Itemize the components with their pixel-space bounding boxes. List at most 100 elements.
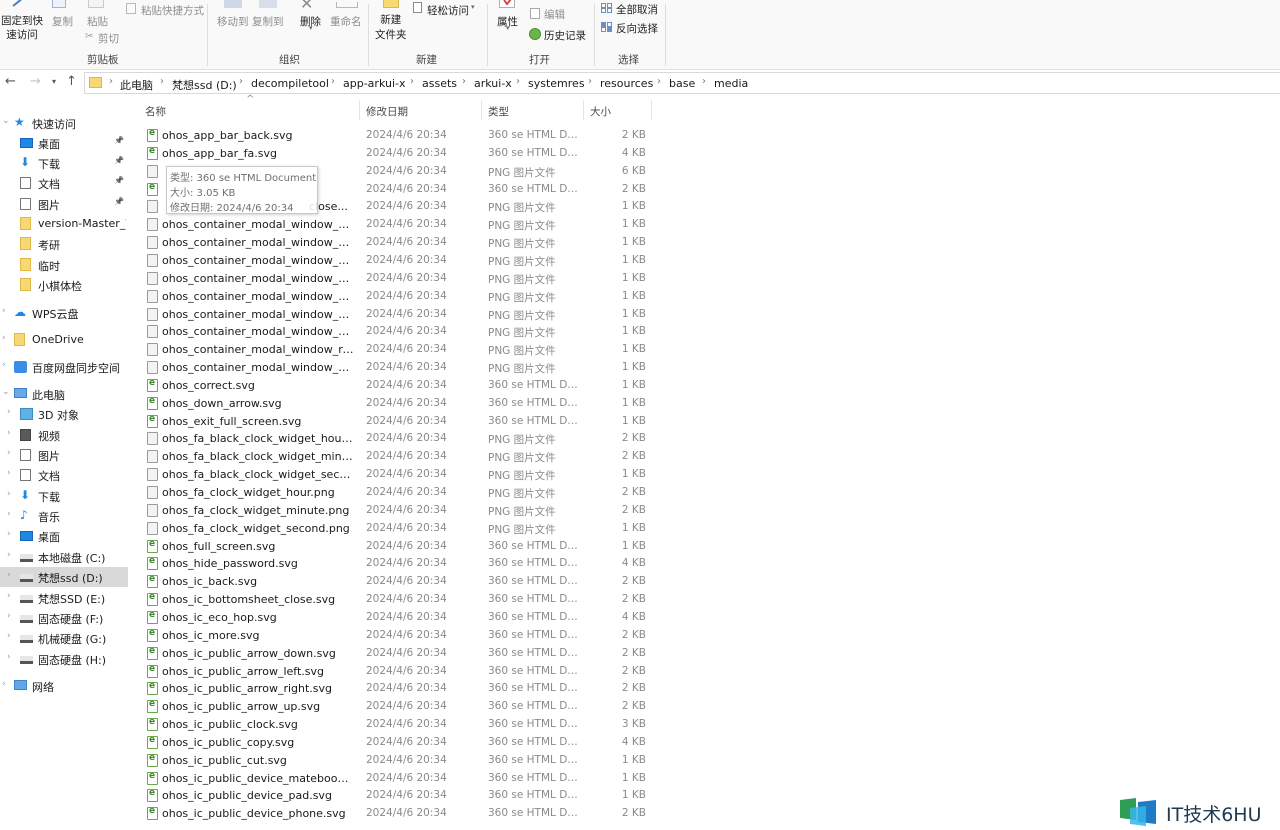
column-divider[interactable] <box>359 100 360 120</box>
table-row[interactable]: ohos_fa_clock_widget_second.png 2024/4/6 … <box>128 520 658 538</box>
table-row[interactable]: ohos_container_modal_window_defoc... 2024… <box>128 270 658 288</box>
table-row[interactable]: ohos_container_modal_window_defoc... 2024… <box>128 288 658 306</box>
sidebar-item[interactable]: › 机械硬盘 (G:) <box>0 628 128 648</box>
paste-shortcut-button[interactable]: 粘贴快捷方式 <box>141 3 204 18</box>
table-row[interactable]: ohos_container_modal_window_recov... 2024… <box>128 341 658 359</box>
sidebar-item[interactable]: › ⬇ 下载 <box>0 486 128 506</box>
table-row[interactable]: ohos_ic_public_copy.svg 2024/4/6 20:34 360… <box>128 734 658 752</box>
table-row[interactable]: ohos_app_bar_back.svg 2024/4/6 20:34 360 s… <box>128 127 658 145</box>
chevron-right-icon[interactable]: › <box>7 652 11 662</box>
chevron-right-icon[interactable]: › <box>7 509 11 519</box>
chevron-right-icon[interactable]: › <box>7 407 11 417</box>
table-row[interactable]: ohos_correct.svg 2024/4/6 20:34 360 se HTM… <box>128 377 658 395</box>
breadcrumb-item[interactable]: systemres <box>528 77 585 90</box>
column-header-date[interactable]: 修改日期 <box>366 104 408 119</box>
sidebar-item[interactable]: 图片 📌 <box>0 194 128 214</box>
chevron-right-icon[interactable]: › <box>516 76 520 87</box>
sidebar-item[interactable]: 小棋体检 <box>0 275 128 295</box>
chevron-right-icon[interactable]: › <box>462 76 466 87</box>
chevron-right-icon[interactable]: › <box>7 428 11 438</box>
back-arrow-icon[interactable]: ← <box>5 74 16 89</box>
table-row[interactable]: ohos_ic_back.svg 2024/4/6 20:34 360 se HTM… <box>128 573 658 591</box>
breadcrumb-item[interactable]: app-arkui-x <box>343 77 405 90</box>
chevron-right-icon[interactable]: › <box>2 306 6 316</box>
sidebar-item[interactable]: › 网络 <box>0 676 128 696</box>
sidebar-item[interactable]: › 固态硬盘 (H:) <box>0 649 128 669</box>
column-divider[interactable] <box>481 100 482 120</box>
column-header-size[interactable]: 大小 <box>590 104 611 119</box>
chevron-right-icon[interactable]: › <box>657 76 661 87</box>
table-row[interactable]: ohos_ic_public_arrow_down.svg 2024/4/6 20… <box>128 645 658 663</box>
breadcrumb-item[interactable]: 此电脑 <box>120 77 153 93</box>
sidebar-item[interactable]: 临时 <box>0 255 128 275</box>
sidebar-item[interactable]: › 百度网盘同步空间 <box>0 357 128 377</box>
table-row[interactable]: ohos_container_modal_window_maxi... 2024/… <box>128 306 658 324</box>
chevron-right-icon[interactable]: › <box>7 631 11 641</box>
sidebar-item[interactable]: › 梵想SSD (E:) <box>0 588 128 608</box>
invert-selection-button[interactable]: 反向选择 <box>616 21 658 36</box>
chevron-right-icon[interactable]: › <box>410 76 414 87</box>
column-header-name[interactable]: 名称 <box>145 104 166 119</box>
table-row[interactable]: ohos_down_arrow.svg 2024/4/6 20:34 360 se … <box>128 395 658 413</box>
sidebar-item[interactable]: › 梵想ssd (D:) <box>0 567 128 587</box>
sidebar-item[interactable]: › 本地磁盘 (C:) <box>0 547 128 567</box>
chevron-right-icon[interactable]: › <box>7 570 11 580</box>
copy-to-button[interactable]: 复制到 <box>252 14 284 29</box>
chevron-right-icon[interactable]: › <box>331 76 335 87</box>
table-row[interactable]: ohos_container_modal_window_split_l... 20… <box>128 359 658 377</box>
recent-locations-chevron-icon[interactable]: ▾ <box>52 77 56 86</box>
breadcrumb-item[interactable]: 梵想ssd (D:) <box>172 77 237 93</box>
sidebar-item[interactable]: › OneDrive <box>0 330 128 350</box>
breadcrumb-item[interactable]: resources <box>600 77 653 90</box>
new-folder-button[interactable]: 新建 文件夹 <box>375 13 407 43</box>
table-row[interactable]: ohos_ic_public_device_matebook.svg 2024/4… <box>128 770 658 788</box>
cut-button[interactable]: 剪切 <box>98 31 119 46</box>
sidebar-item[interactable]: › ♪ 音乐 <box>0 506 128 526</box>
paste-button[interactable]: 粘贴 <box>87 14 108 29</box>
sidebar-item[interactable]: › 桌面 <box>0 526 128 546</box>
table-row[interactable]: ohos_ic_public_clock.svg 2024/4/6 20:34 36… <box>128 716 658 734</box>
sidebar-item[interactable]: › ☁ WPS云盘 <box>0 303 128 323</box>
chevron-right-icon[interactable]: › <box>7 468 11 478</box>
table-row[interactable]: ohos_full_screen.svg 2024/4/6 20:34 360 se… <box>128 538 658 556</box>
table-row[interactable]: ohos_fa_black_clock_widget_hour.png 2024/… <box>128 430 658 448</box>
table-row[interactable]: ohos_container_modal_window_defoc... 2024… <box>128 216 658 234</box>
column-header-type[interactable]: 类型 <box>488 104 509 119</box>
table-row[interactable]: ohos_ic_public_arrow_up.svg 2024/4/6 20:3… <box>128 698 658 716</box>
chevron-right-icon[interactable]: › <box>7 489 11 499</box>
sidebar-item[interactable]: version-Master_V( <box>0 214 128 234</box>
table-row[interactable]: ohos_container_modal_window_mini... 2024/… <box>128 323 658 341</box>
breadcrumb-item[interactable]: arkui-x <box>474 77 512 90</box>
table-row[interactable]: ohos_ic_public_device_phone.svg 2024/4/6 … <box>128 805 658 823</box>
chevron-right-icon[interactable]: › <box>7 591 11 601</box>
breadcrumb-item[interactable]: assets <box>422 77 457 90</box>
breadcrumb-item[interactable]: media <box>714 77 748 90</box>
sidebar-item[interactable]: ⬇ 下载 📌 <box>0 153 128 173</box>
edit-button[interactable]: 编辑 <box>544 7 565 22</box>
chevron-right-icon[interactable]: › <box>2 360 6 370</box>
table-row[interactable]: ohos_ic_public_arrow_right.svg 2024/4/6 2… <box>128 680 658 698</box>
breadcrumb-item[interactable]: decompiletool <box>251 77 329 90</box>
sidebar-item[interactable]: 桌面 📌 <box>0 133 128 153</box>
column-divider[interactable] <box>583 100 584 120</box>
chevron-right-icon[interactable]: › <box>702 76 706 87</box>
table-row[interactable]: ohos_app_bar_fa.svg 2024/4/6 20:34 360 se … <box>128 145 658 163</box>
up-arrow-icon[interactable]: ↑ <box>66 74 77 89</box>
sidebar-item[interactable]: › 文档 <box>0 465 128 485</box>
table-row[interactable]: ohos_fa_clock_widget_hour.png 2024/4/6 20… <box>128 484 658 502</box>
table-row[interactable]: ohos_ic_bottomsheet_close.svg 2024/4/6 20… <box>128 591 658 609</box>
sidebar-item[interactable]: 文档 📌 <box>0 173 128 193</box>
chevron-right-icon[interactable]: › <box>7 448 11 458</box>
chevron-right-icon[interactable]: › <box>239 76 243 87</box>
chevron-right-icon[interactable]: › <box>2 333 6 343</box>
chevron-right-icon[interactable]: › <box>2 679 6 689</box>
column-divider[interactable] <box>651 100 652 120</box>
table-row[interactable]: ohos_exit_full_screen.svg 2024/4/6 20:34 3… <box>128 413 658 431</box>
sidebar-item[interactable]: 考研 <box>0 234 128 254</box>
forward-arrow-icon[interactable]: → <box>30 74 41 89</box>
table-row[interactable]: ohos_container_modal_window_defoc... 2024… <box>128 252 658 270</box>
table-row[interactable]: ohos_fa_black_clock_widget_second.... 202… <box>128 466 658 484</box>
table-row[interactable]: ohos_ic_public_device_pad.svg 2024/4/6 20… <box>128 787 658 805</box>
pin-to-quick-access-button[interactable]: 固定到快 速访问 <box>1 14 43 42</box>
breadcrumb-item[interactable]: base <box>669 77 695 90</box>
